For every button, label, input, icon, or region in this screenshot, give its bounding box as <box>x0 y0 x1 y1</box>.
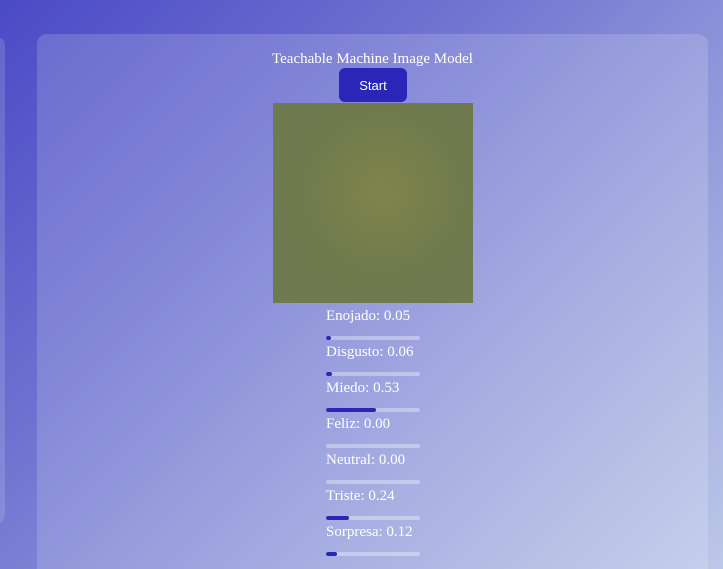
prediction-bar <box>326 552 420 556</box>
prediction-bar-fill <box>326 336 331 340</box>
prediction-bar <box>326 444 420 448</box>
prediction-row: Neutral: 0.00 <box>326 451 426 487</box>
prediction-bar-fill <box>326 408 376 412</box>
prediction-bar-fill <box>326 372 332 376</box>
prediction-row: Disgusto: 0.06 <box>326 343 426 379</box>
prediction-label: Neutral: 0.00 <box>326 452 406 468</box>
prediction-bar <box>326 480 420 484</box>
prediction-row: Miedo: 0.53 <box>326 379 426 415</box>
prediction-bar-fill <box>326 516 349 520</box>
prediction-row: Sorpresa: 0.12 <box>326 523 426 559</box>
webcam-canvas <box>273 103 473 303</box>
prediction-bar <box>326 516 420 520</box>
prediction-row: Feliz: 0.00 <box>326 415 426 451</box>
prediction-bar <box>326 372 420 376</box>
prediction-label: Disgusto: 0.06 <box>326 344 414 360</box>
prediction-label: Enojado: 0.05 <box>326 308 411 324</box>
prediction-label: Sorpresa: 0.12 <box>326 524 413 540</box>
prediction-bar <box>326 408 420 412</box>
prediction-label: Feliz: 0.00 <box>326 416 391 432</box>
prediction-bar <box>326 336 420 340</box>
start-button[interactable]: Start <box>339 68 407 102</box>
prediction-label: Miedo: 0.53 <box>326 380 400 396</box>
prediction-row: Triste: 0.24 <box>326 487 426 523</box>
prediction-label: Triste: 0.24 <box>326 488 395 504</box>
side-panel <box>0 36 5 524</box>
prediction-bar-fill <box>326 552 338 556</box>
prediction-row: Enojado: 0.05 <box>326 307 426 343</box>
page-title: Teachable Machine Image Model <box>272 51 473 67</box>
label-container: Enojado: 0.05 Disgusto: 0.06 Miedo: 0.53 Fe… <box>326 307 426 559</box>
